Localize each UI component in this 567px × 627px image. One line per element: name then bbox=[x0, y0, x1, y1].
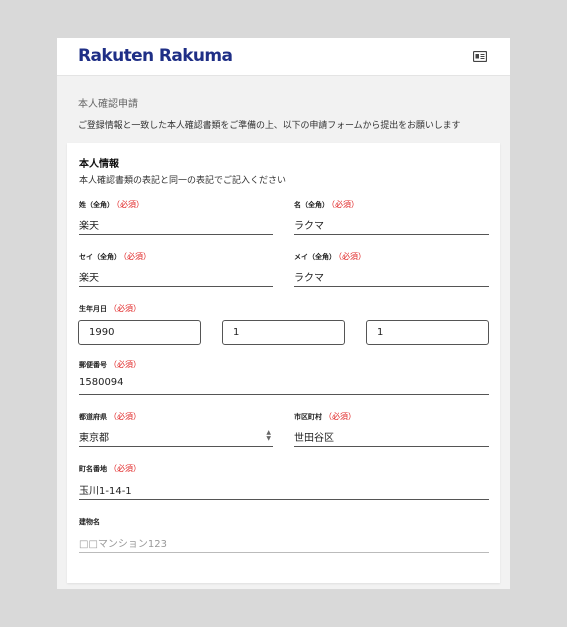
id-card-icon[interactable] bbox=[473, 51, 487, 62]
page-frame: Rakuten Rakuma 本人確認申請 ご登録情報と一致した本人確認書類をご… bbox=[57, 38, 510, 589]
birth-day-input[interactable]: 1 bbox=[366, 320, 489, 345]
postal-code-field[interactable]: 1580094 bbox=[79, 375, 489, 395]
birthdate-label-text: 生年月日 bbox=[79, 305, 107, 313]
last-name-kana-field[interactable]: 楽天 bbox=[79, 267, 273, 287]
page-title: 本人確認申請 bbox=[78, 99, 138, 110]
birth-year-input[interactable]: 1990 bbox=[78, 320, 201, 345]
street-field[interactable]: 玉川1-14-1 bbox=[79, 480, 489, 500]
prefecture-select[interactable]: 東京都 ▲ ▼ bbox=[79, 427, 273, 447]
required-mark: （必須） bbox=[109, 360, 141, 369]
first-name-label-text: 名（全角） bbox=[294, 201, 329, 209]
city-label-text: 市区町村 bbox=[294, 413, 322, 421]
prefecture-value: 東京都 bbox=[79, 433, 109, 444]
personal-info-card: 本人情報 本人確認書類の表記と同一の表記でご記入ください 姓（全角） （必須） 楽… bbox=[67, 143, 500, 583]
birth-month-input[interactable]: 1 bbox=[222, 320, 345, 345]
first-name-kana-label-text: メイ（全角） bbox=[294, 253, 336, 261]
last-name-field[interactable]: 楽天 bbox=[79, 215, 273, 235]
first-name-kana-label: メイ（全角） （必須） bbox=[294, 251, 366, 262]
first-name-label: 名（全角） （必須） bbox=[294, 199, 359, 210]
required-mark: （必須） bbox=[338, 252, 366, 261]
street-label-text: 町名番地 bbox=[79, 465, 107, 473]
required-mark: （必須） bbox=[116, 200, 144, 209]
building-label-text: 建物名 bbox=[79, 518, 100, 526]
header: Rakuten Rakuma bbox=[57, 38, 510, 76]
required-mark: （必須） bbox=[123, 252, 151, 261]
rakuten-rakuma-logo[interactable]: Rakuten Rakuma bbox=[78, 46, 233, 66]
prefecture-label: 都道府県 （必須） bbox=[79, 411, 141, 422]
section-title: 本人情報 bbox=[79, 159, 119, 170]
first-name-kana-field[interactable]: ラクマ bbox=[294, 267, 489, 287]
building-label: 建物名 bbox=[79, 517, 100, 527]
section-subtitle: 本人確認書類の表記と同一の表記でご記入ください bbox=[79, 176, 287, 186]
last-name-kana-label-text: セイ（全角） bbox=[79, 253, 121, 261]
required-mark: （必須） bbox=[324, 412, 356, 421]
last-name-label: 姓（全角） （必須） bbox=[79, 199, 144, 210]
select-arrows-icon: ▲ ▼ bbox=[266, 429, 271, 442]
city-label: 市区町村 （必須） bbox=[294, 411, 356, 422]
required-mark: （必須） bbox=[109, 412, 141, 421]
postal-code-label-text: 郵便番号 bbox=[79, 361, 107, 369]
last-name-kana-label: セイ（全角） （必須） bbox=[79, 251, 151, 262]
prefecture-label-text: 都道府県 bbox=[79, 413, 107, 421]
last-name-label-text: 姓（全角） bbox=[79, 201, 114, 209]
postal-code-label: 郵便番号 （必須） bbox=[79, 359, 141, 370]
required-mark: （必須） bbox=[109, 464, 141, 473]
page-description: ご登録情報と一致した本人確認書類をご準備の上、以下の申請フォームから提出をお願い… bbox=[78, 121, 461, 131]
first-name-field[interactable]: ラクマ bbox=[294, 215, 489, 235]
building-field[interactable]: □□マンション123 bbox=[79, 533, 489, 553]
birthdate-label: 生年月日 （必須） bbox=[79, 303, 141, 314]
required-mark: （必須） bbox=[331, 200, 359, 209]
city-field[interactable]: 世田谷区 bbox=[294, 427, 489, 447]
street-label: 町名番地 （必須） bbox=[79, 463, 141, 474]
required-mark: （必須） bbox=[109, 304, 141, 313]
